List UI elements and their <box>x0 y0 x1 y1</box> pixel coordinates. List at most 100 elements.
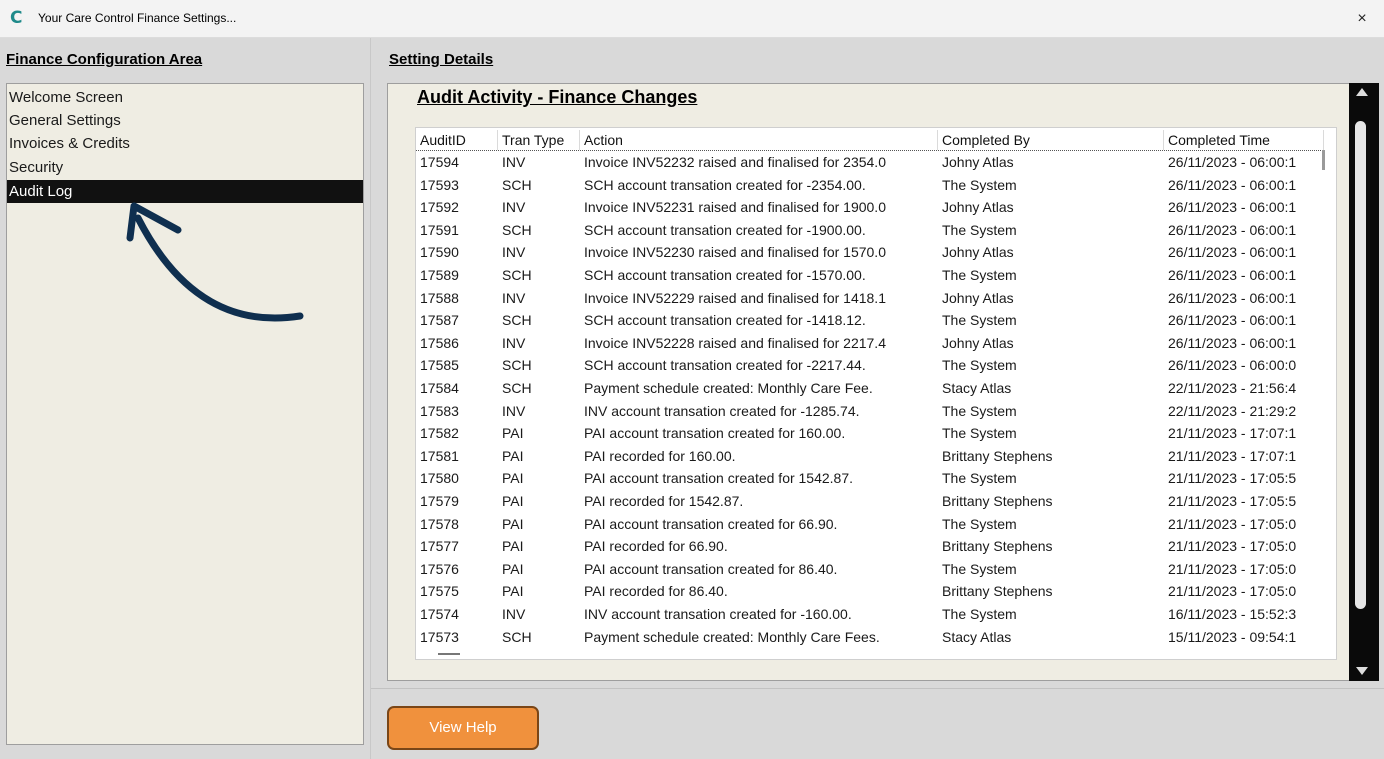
scroll-up-icon[interactable] <box>1356 88 1368 96</box>
tran-type-cell: INV <box>502 244 526 261</box>
audit-list-header: AuditID Tran Type Action Completed By Co… <box>416 128 1336 150</box>
column-header-audit-id[interactable]: AuditID <box>416 130 498 150</box>
completed-by-cell: The System <box>942 357 1017 374</box>
completed-by-cell: Brittany Stephens <box>942 583 1053 600</box>
audit-id-cell: 17586 <box>420 334 459 351</box>
completed-time-cell: 26/11/2023 - 06:00:1 <box>1168 199 1297 216</box>
audit-id-cell: 17584 <box>420 380 459 396</box>
details-scrollbar[interactable] <box>1349 83 1379 681</box>
table-row[interactable]: 17583 INV INV account transation created f… <box>416 400 1321 423</box>
list-horizontal-scrollbar[interactable] <box>416 648 1336 659</box>
table-row[interactable]: 17581 PAI PAI recorded for 160.00. Brittany… <box>416 445 1321 468</box>
table-row[interactable]: 17593 SCH SCH account transation created f… <box>416 174 1321 197</box>
tran-type-cell: PAI <box>502 560 524 577</box>
audit-id-cell: 17593 <box>420 176 459 193</box>
completed-time-cell: 21/11/2023 - 17:05:0 <box>1168 560 1297 577</box>
finance-config-heading: Finance Configuration Area <box>6 51 203 68</box>
table-row[interactable]: 17580 PAI PAI account transation created f… <box>416 467 1321 490</box>
table-row[interactable]: 17586 INV Invoice INV52228 raised and fina… <box>416 332 1321 355</box>
details-scroll-thumb[interactable] <box>1355 121 1366 609</box>
action-cell: PAI recorded for 86.40. <box>584 583 728 600</box>
completed-time-cell: 22/11/2023 - 21:29:2 <box>1168 402 1297 419</box>
table-row[interactable]: 17589 SCH SCH account transation created f… <box>416 264 1321 287</box>
table-row[interactable]: 17579 PAI PAI recorded for 1542.87. Brittan… <box>416 490 1321 513</box>
action-cell: PAI account transation created for 1542.… <box>584 470 854 487</box>
table-row[interactable]: 17590 INV Invoice INV52230 raised and fina… <box>416 241 1321 264</box>
close-button[interactable]: × <box>1340 0 1384 38</box>
tran-type-cell: INV <box>502 334 526 351</box>
table-row[interactable]: 17591 SCH SCH account transation created f… <box>416 219 1321 242</box>
completed-time-cell: 22/11/2023 - 21:56:4 <box>1168 380 1297 396</box>
completed-by-cell: Johny Atlas <box>942 154 1014 170</box>
completed-by-cell: The System <box>942 312 1017 329</box>
tran-type-cell: INV <box>502 289 526 306</box>
completed-by-cell: The System <box>942 606 1017 622</box>
audit-id-cell: 17573 <box>420 628 459 645</box>
table-row[interactable]: 17577 PAI PAI recorded for 66.90. Brittany … <box>416 535 1321 558</box>
tran-type-cell: INV <box>502 199 526 216</box>
table-row[interactable]: 17582 PAI PAI account transation created f… <box>416 422 1321 445</box>
nav-item-security[interactable]: Security <box>7 156 363 179</box>
audit-id-cell: 17578 <box>420 515 459 532</box>
column-header-tran-type[interactable]: Tran Type <box>498 130 580 150</box>
tran-type-cell: INV <box>502 606 526 622</box>
column-header-completed-time[interactable]: Completed Time <box>1164 130 1324 150</box>
table-row[interactable]: 17587 SCH SCH account transation created f… <box>416 309 1321 332</box>
pane-divider <box>370 38 371 759</box>
column-header-completed-by[interactable]: Completed By <box>938 130 1164 150</box>
audit-id-cell: 17594 <box>420 154 459 170</box>
tran-type-cell: SCH <box>502 312 532 329</box>
completed-time-cell: 26/11/2023 - 06:00:1 <box>1168 267 1297 283</box>
tran-type-cell: PAI <box>502 470 524 487</box>
completed-by-cell: Johny Atlas <box>942 199 1014 216</box>
completed-by-cell: The System <box>942 402 1017 419</box>
tran-type-cell: PAI <box>502 425 524 442</box>
table-row[interactable]: 17594 INV Invoice INV52232 raised and fina… <box>416 151 1321 174</box>
nav-item-welcome-screen[interactable]: Welcome Screen <box>7 86 363 109</box>
tran-type-cell: SCH <box>502 380 532 396</box>
table-row[interactable]: 17573 SCH Payment schedule created: Monthl… <box>416 626 1321 649</box>
nav-item-general-settings[interactable]: General Settings <box>7 109 363 132</box>
tran-type-cell: SCH <box>502 357 532 374</box>
completed-time-cell: 21/11/2023 - 17:05:0 <box>1168 583 1297 600</box>
completed-time-cell: 16/11/2023 - 15:52:3 <box>1168 606 1297 622</box>
audit-id-cell: 17582 <box>420 425 459 442</box>
completed-by-cell: The System <box>942 267 1017 283</box>
audit-id-cell: 17588 <box>420 289 459 306</box>
tran-type-cell: PAI <box>502 447 524 464</box>
table-row[interactable]: 17576 PAI PAI account transation created f… <box>416 558 1321 581</box>
completed-time-cell: 26/11/2023 - 06:00:1 <box>1168 221 1297 238</box>
completed-by-cell: The System <box>942 515 1017 532</box>
audit-list[interactable]: AuditID Tran Type Action Completed By Co… <box>415 127 1337 660</box>
action-cell: PAI recorded for 1542.87. <box>584 493 744 509</box>
action-cell: SCH account transation created for -1900… <box>584 221 866 238</box>
action-cell: PAI account transation created for 86.40… <box>584 560 838 577</box>
audit-activity-title: Audit Activity - Finance Changes <box>417 87 698 107</box>
completed-time-cell: 26/11/2023 - 06:00:1 <box>1168 312 1297 329</box>
audit-id-cell: 17583 <box>420 402 459 419</box>
table-row[interactable]: 17575 PAI PAI recorded for 86.40. Brittany … <box>416 580 1321 603</box>
completed-time-cell: 26/11/2023 - 06:00:1 <box>1168 176 1297 193</box>
window-title: Your Care Control Finance Settings... <box>38 11 237 25</box>
nav-item-invoices-credits[interactable]: Invoices & Credits <box>7 132 363 155</box>
column-header-action[interactable]: Action <box>580 130 938 150</box>
table-row[interactable]: 17585 SCH SCH account transation created f… <box>416 354 1321 377</box>
action-cell: Invoice INV52228 raised and finalised fo… <box>584 334 886 351</box>
completed-by-cell: Brittany Stephens <box>942 493 1053 509</box>
completed-by-cell: Johny Atlas <box>942 334 1014 351</box>
horizontal-scroll-thumb[interactable] <box>438 653 460 655</box>
view-help-button[interactable]: View Help <box>387 706 539 750</box>
completed-by-cell: The System <box>942 176 1017 193</box>
audit-id-cell: 17585 <box>420 357 459 374</box>
table-row[interactable]: 17574 INV INV account transation created f… <box>416 603 1321 626</box>
table-row[interactable]: 17584 SCH Payment schedule created: Monthl… <box>416 377 1321 400</box>
completed-time-cell: 21/11/2023 - 17:05:5 <box>1168 493 1297 509</box>
completed-time-cell: 21/11/2023 - 17:05:5 <box>1168 470 1297 487</box>
tran-type-cell: PAI <box>502 538 524 555</box>
list-scrollbar-thumb[interactable] <box>1322 150 1325 170</box>
scroll-down-icon[interactable] <box>1356 667 1368 675</box>
table-row[interactable]: 17592 INV Invoice INV52231 raised and fina… <box>416 196 1321 219</box>
table-row[interactable]: 17588 INV Invoice INV52229 raised and fina… <box>416 287 1321 310</box>
tran-type-cell: SCH <box>502 221 532 238</box>
table-row[interactable]: 17578 PAI PAI account transation created f… <box>416 513 1321 536</box>
